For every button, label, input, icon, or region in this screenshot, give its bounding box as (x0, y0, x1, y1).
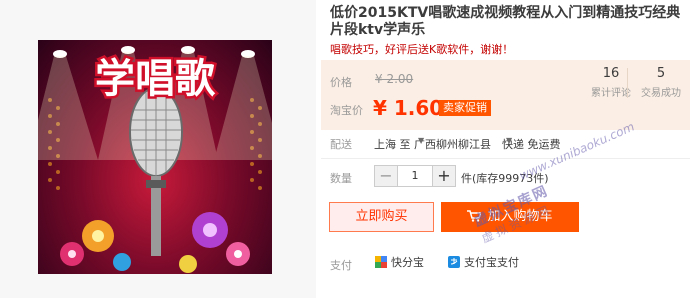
kuaifenbao-icon (375, 256, 387, 268)
price-label: 价格 (330, 76, 352, 89)
buy-now-button[interactable]: 立即购买 (329, 202, 434, 232)
stat-divider (627, 68, 628, 98)
original-price: ¥ 2.00 (375, 72, 414, 86)
image-title: 学唱歌 (95, 56, 216, 102)
payment-method-kuaifenbao[interactable]: 快分宝 (375, 254, 424, 270)
quantity-label: 数量 (330, 172, 352, 185)
promo-price-label: 淘宝价 (330, 104, 363, 117)
transactions-count: 5 (656, 66, 666, 81)
payment-label: 支付 (330, 259, 352, 272)
shipping-label: 配送 (330, 138, 352, 151)
payment-method-label: 快分宝 (391, 256, 424, 269)
quantity-input[interactable]: 1 (397, 166, 433, 186)
quantity-stepper: − 1 + (374, 165, 456, 187)
shipping-destination: 广西柳州柳江县 (414, 138, 491, 151)
promo-badge[interactable]: 卖家促销 (439, 100, 491, 116)
ktv-microphone-artwork: 学唱歌 (38, 46, 272, 273)
chevron-down-icon: ▼ (506, 136, 513, 145)
shipping-from: 上海 至 (374, 138, 411, 151)
product-gallery: 学唱歌 (0, 0, 316, 298)
product-subtitle: 唱歌技巧，好评后送K歌软件，谢谢！ (330, 43, 514, 56)
product-main-image[interactable]: 学唱歌 (38, 40, 272, 274)
payment-method-alipay[interactable]: 支付宝支付 (448, 254, 519, 270)
promo-price: ¥ 1.60 (373, 96, 444, 120)
alipay-icon (448, 256, 460, 268)
quantity-increase-button[interactable]: + (433, 166, 455, 186)
quantity-decrease-button[interactable]: − (375, 166, 397, 186)
product-title: 低价2015KTV唱歌速成视频教程从入门到精通技巧经典片段ktv学声乐 (330, 5, 681, 38)
chevron-down-icon: ▼ (418, 136, 425, 145)
payment-method-label: 支付宝支付 (464, 256, 519, 269)
microphone-icon (129, 87, 183, 256)
